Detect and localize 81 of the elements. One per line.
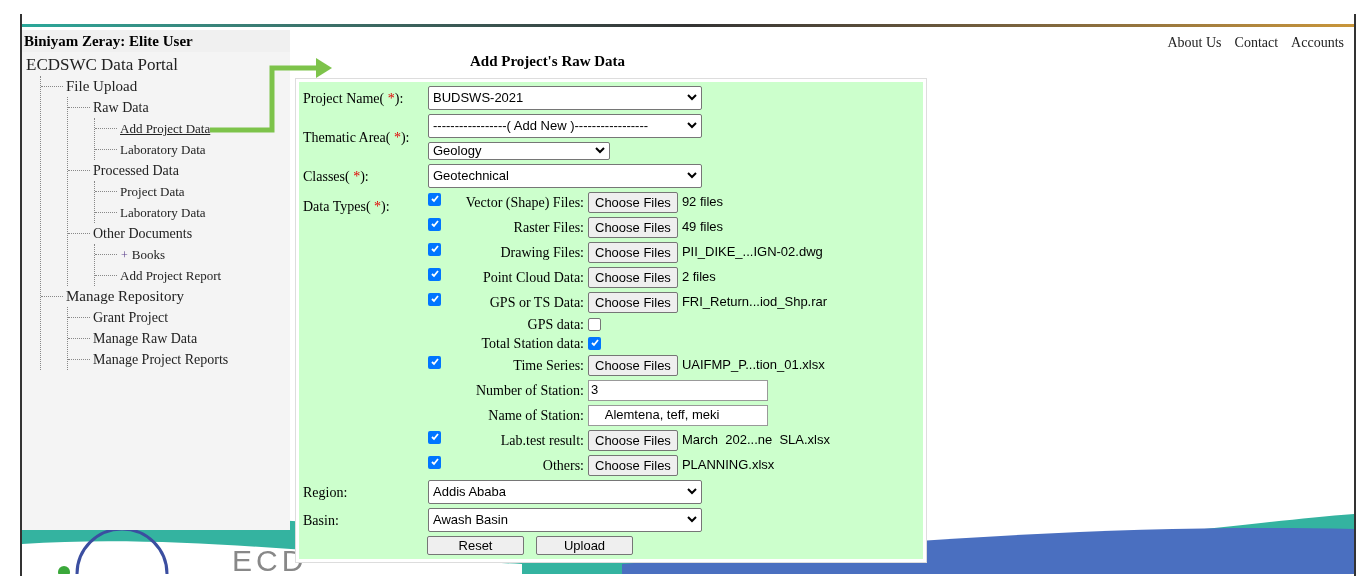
nav-link[interactable]: About Us	[1167, 32, 1222, 50]
file-name: PLANNING.xlsx	[681, 456, 775, 475]
tree-item[interactable]: Laboratory Data	[120, 202, 206, 223]
expand-toggle[interactable]: +	[121, 248, 128, 261]
file-name: 49 files	[681, 218, 724, 237]
field-label: Region:	[303, 484, 348, 500]
choose-files-button[interactable]: Choose Files	[588, 216, 678, 238]
choose-files-button[interactable]: Choose Files	[588, 291, 678, 313]
data-type-label: GPS or TS Data:	[488, 293, 584, 312]
file-name: FRI_Return...iod_Shp.rar	[681, 293, 828, 312]
tree-item[interactable]: Raw Data	[93, 97, 149, 118]
dropdown-caret-icon	[687, 94, 697, 101]
form-button[interactable]: Upload	[536, 535, 633, 555]
dropdown-field[interactable]: BUDSWS-2021	[428, 85, 702, 110]
choose-files-button[interactable]: Choose Files	[588, 454, 678, 476]
field-label: Thematic Area( *):	[303, 129, 410, 145]
checkbox[interactable]	[588, 336, 601, 350]
checkbox[interactable]	[428, 242, 441, 256]
data-type-label: Name of Station:	[488, 406, 584, 425]
dropdown-caret-icon	[687, 122, 697, 129]
tree-item[interactable]: Other Documents	[93, 223, 193, 244]
data-type-label: GPS data:	[527, 315, 584, 334]
dropdown-caret-icon	[687, 516, 697, 523]
checkbox[interactable]	[428, 292, 441, 306]
file-name: 92 files	[681, 193, 724, 212]
checkbox[interactable]	[428, 430, 441, 444]
nav-link[interactable]: Accounts	[1291, 32, 1344, 50]
data-type-label: Point Cloud Data:	[481, 268, 584, 287]
tree-item[interactable]: Manage Repository	[66, 285, 184, 308]
tree-item[interactable]: Add Project Data	[120, 118, 211, 139]
file-name: 2 files	[681, 268, 716, 287]
checkbox[interactable]	[428, 217, 441, 231]
choose-files-button[interactable]: Choose Files	[588, 429, 678, 451]
checkbox[interactable]	[428, 192, 441, 206]
tree-item[interactable]: Manage Raw Data	[93, 328, 198, 349]
data-type-label: Drawing Files:	[499, 243, 584, 262]
dropdown-caret-icon	[687, 488, 697, 495]
form-button[interactable]: Reset	[427, 535, 524, 555]
user-name: Biniyam Zeray: Elite User	[22, 30, 290, 52]
field-label: Classes( *):	[303, 168, 369, 184]
form-title: Add Project's Raw Data	[470, 52, 626, 71]
choose-files-button[interactable]: Choose Files	[588, 354, 678, 376]
dropdown-field[interactable]: -----------------( Add New )-----------------	[428, 113, 702, 138]
dropdown-field[interactable]: Geotechnical	[428, 163, 702, 188]
dropdown-field[interactable]: Geology	[428, 141, 610, 160]
field-label: Project Name( *):	[303, 90, 404, 106]
text-field[interactable]: 3	[588, 379, 768, 401]
checkbox[interactable]	[428, 455, 441, 469]
choose-files-button[interactable]: Choose Files	[588, 241, 678, 263]
data-type-label: Total Station data:	[481, 334, 584, 353]
checkbox[interactable]	[428, 267, 441, 281]
dropdown-caret-icon	[687, 172, 697, 179]
choose-files-button[interactable]: Choose Files	[588, 266, 678, 288]
field-label: Basin:	[303, 512, 339, 528]
nav-link[interactable]: Contact	[1234, 32, 1279, 50]
data-type-label: Raster Files:	[512, 218, 584, 237]
tree-root: ECDSWC Data Portal	[26, 54, 180, 76]
dropdown-caret-icon	[595, 147, 605, 154]
file-name: UAIFMP_P...tion_01.xlsx	[681, 356, 825, 375]
tree-item[interactable]: Manage Project Reports	[93, 349, 229, 370]
data-type-label: Number of Station:	[475, 381, 584, 400]
tree-item[interactable]: Add Project Report	[120, 265, 222, 286]
choose-files-button[interactable]: Choose Files	[588, 191, 678, 213]
tree-item[interactable]: Laboratory Data	[120, 139, 206, 160]
tree-item[interactable]: Project Data	[120, 181, 185, 202]
data-type-label: Lab.test result:	[499, 431, 584, 450]
tree-item[interactable]: Grant Project	[93, 307, 169, 328]
tree-item[interactable]: Processed Data	[93, 160, 179, 181]
data-type-label: Vector (Shape) Files:	[464, 193, 584, 212]
file-name: PII_DIKE_...IGN-02.dwg	[681, 243, 823, 262]
dropdown-field[interactable]: Awash Basin	[428, 507, 702, 532]
data-type-label: Others:	[541, 456, 584, 475]
text-field[interactable]: Alemtena, teff, meki	[588, 404, 768, 426]
dropdown-field[interactable]: Addis Ababa	[428, 479, 702, 504]
checkbox[interactable]	[428, 355, 441, 369]
file-name: March 202...ne SLA.xlsx	[681, 431, 830, 450]
tree-item[interactable]: Books	[131, 244, 165, 265]
tree-item[interactable]: File Upload	[66, 75, 138, 98]
data-type-label: Time Series:	[512, 356, 584, 375]
checkbox[interactable]	[588, 317, 601, 331]
field-label: Data Types( *):	[303, 198, 390, 214]
